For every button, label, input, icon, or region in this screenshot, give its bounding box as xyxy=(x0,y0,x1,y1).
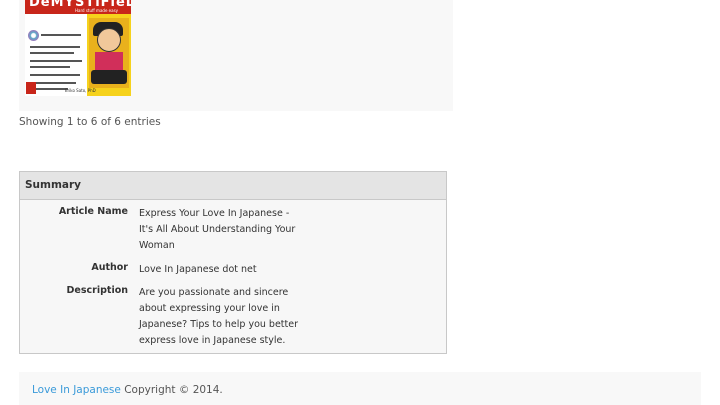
summary-header: Summary xyxy=(20,172,446,200)
book-text-line xyxy=(30,82,76,84)
footer-copyright: Copyright © 2014. xyxy=(120,384,223,396)
publisher-logo xyxy=(26,82,36,94)
summary-label: Article Name xyxy=(58,206,128,217)
table-info: Showing 1 to 6 of 6 entries xyxy=(19,116,161,128)
summary-label: Description xyxy=(66,285,128,296)
book-cover-image[interactable]: DeMYSTiFieD Hard stuff made easy Eriko S… xyxy=(25,0,131,96)
summary-value: Express Your Love In Japanese - It's All… xyxy=(139,208,296,251)
book-text-line xyxy=(30,46,80,48)
footer-text: Love In Japanese Copyright © 2014. xyxy=(32,384,223,396)
summary-box: Summary Article Name Express Your Love I… xyxy=(19,171,447,354)
book-text-line xyxy=(41,34,81,36)
book-text-line xyxy=(30,66,70,68)
summary-value: Are you passionate and sincere about exp… xyxy=(139,287,299,346)
footer: Love In Japanese Copyright © 2014. xyxy=(19,372,701,405)
summary-value: Love In Japanese dot net xyxy=(139,264,257,275)
footer-site-link[interactable]: Love In Japanese xyxy=(32,384,121,396)
summary-label: Author xyxy=(91,262,128,273)
book-text-line xyxy=(30,52,74,54)
book-subtitle: Hard stuff made easy xyxy=(75,8,119,13)
book-title-band: DeMYSTiFieD Hard stuff made easy xyxy=(25,0,131,14)
book-author: Eriko Sato, PhD xyxy=(65,88,96,93)
book-illustration xyxy=(89,18,129,88)
illustration-device xyxy=(91,70,127,84)
book-text-line xyxy=(30,74,80,76)
book-text-line xyxy=(30,60,82,62)
cd-icon xyxy=(28,30,39,41)
illustration-face xyxy=(97,28,121,52)
